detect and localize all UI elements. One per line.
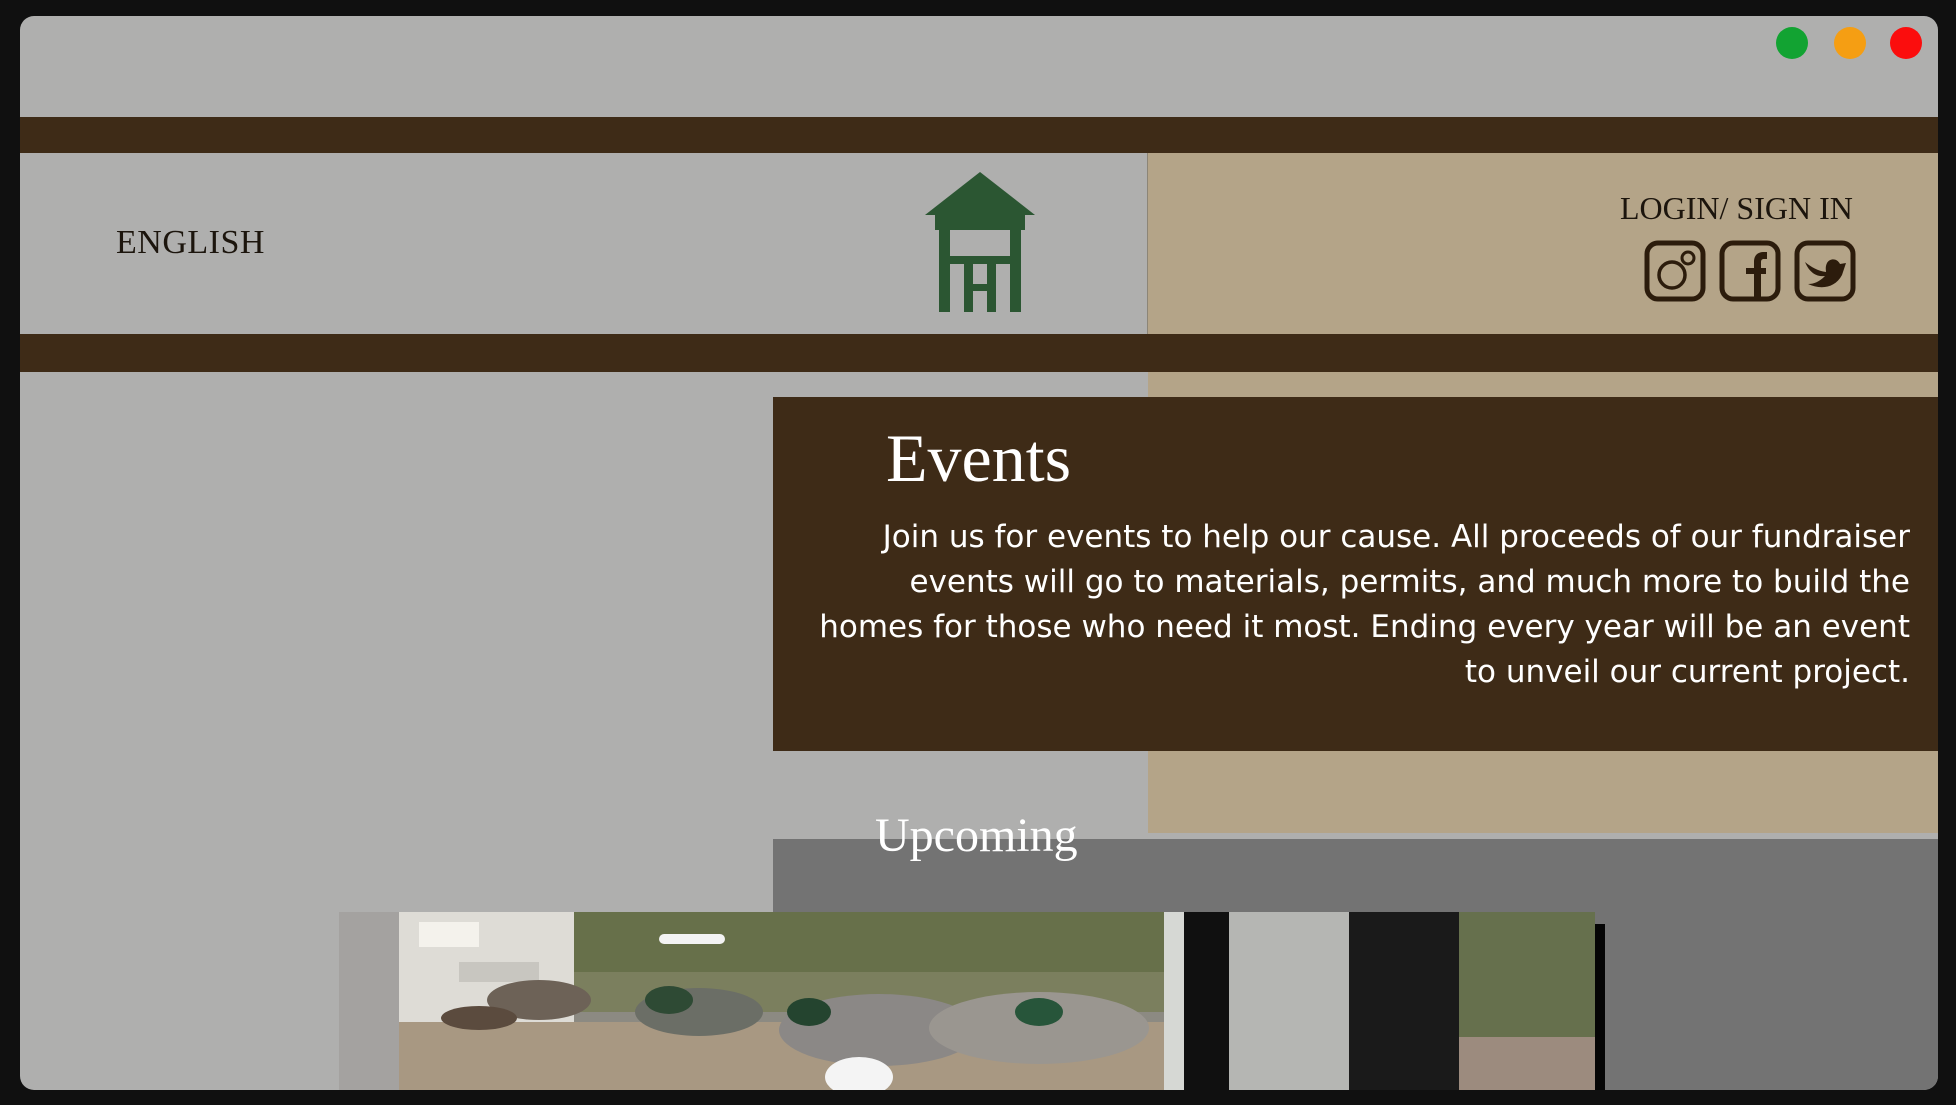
twitter-icon[interactable] (1794, 240, 1856, 302)
panel-divider (1147, 153, 1148, 334)
language-selector[interactable]: ENGLISH (116, 224, 265, 262)
upcoming-title: Upcoming (875, 809, 1078, 862)
events-title: Events (886, 420, 1072, 496)
facebook-icon[interactable] (1719, 240, 1781, 302)
login-signin-link[interactable]: LOGIN/ SIGN IN (1620, 190, 1853, 227)
header-bottom-band (20, 334, 1938, 372)
house-logo-icon[interactable] (925, 172, 1035, 312)
events-section: Events Join us for events to help our ca… (773, 397, 1938, 751)
close-button[interactable] (1890, 27, 1922, 59)
photo-shadow (1595, 924, 1605, 1090)
events-description: Join us for events to help our cause. Al… (819, 519, 1910, 690)
top-band (20, 117, 1938, 153)
maximize-button[interactable] (1776, 27, 1808, 59)
ducks-photo (339, 912, 1595, 1090)
instagram-icon[interactable] (1644, 240, 1706, 302)
minimize-button[interactable] (1834, 27, 1866, 59)
browser-window: ENGLISH LOGIN/ SIGN IN Events Join us fo… (20, 16, 1938, 1090)
